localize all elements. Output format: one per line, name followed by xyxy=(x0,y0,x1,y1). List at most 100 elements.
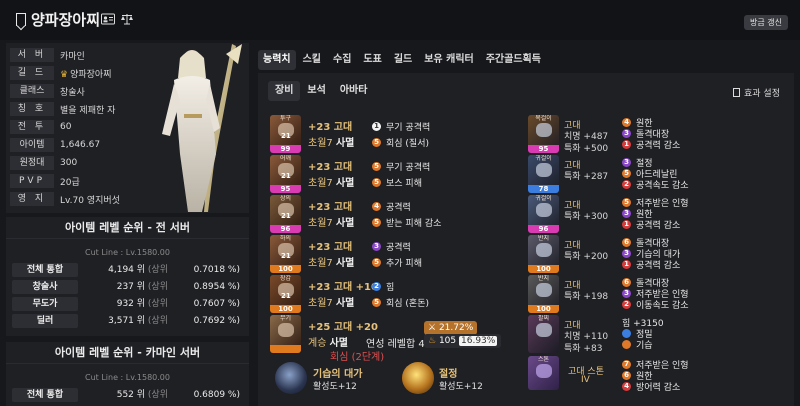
rank-row: 딜러 3,571 위 (상위 0.7692 %) xyxy=(12,314,243,328)
equipment-effect: 4 공격력 xyxy=(372,200,411,213)
effect-name: 방어력 감소 xyxy=(636,382,681,393)
subtab-avatar[interactable]: 아바타 xyxy=(333,81,375,101)
info-row-estate: 영 지 Lv.70 영지버섯 xyxy=(10,191,120,207)
effect-name: 공격력 감소 xyxy=(636,260,681,271)
equipment-effect: 5 추가 피해 xyxy=(372,256,422,269)
info-value-guild[interactable]: ♛ 양파장아찌 xyxy=(60,67,111,80)
effect-name: 이동속도 감소 xyxy=(636,300,689,311)
tab-characters[interactable]: 보유 캐릭터 xyxy=(419,50,478,70)
info-value: 별을 제패한 자 xyxy=(60,105,116,116)
effect-name: 보스 피해 xyxy=(386,178,422,189)
quality-bar: 100 xyxy=(528,305,559,313)
effect-level-badge: 5 xyxy=(372,161,381,171)
effect-level-badge: 1 xyxy=(622,259,631,269)
slot-label: 하의 xyxy=(279,235,292,242)
rank-title: 아이템 레벨 순위 - 전 서버 xyxy=(6,217,249,239)
accessory-slot[interactable]: 팔찌 xyxy=(528,315,559,353)
equip-enhance: +23 고대 xyxy=(308,242,353,253)
slot-label: 장갑 xyxy=(279,275,292,282)
accessory-slot[interactable]: 귀걸이 78 xyxy=(528,155,559,193)
accessory-slot[interactable]: 귀걸이 96 xyxy=(528,195,559,233)
tab-chart[interactable]: 도표 xyxy=(358,50,386,70)
effect-level-badge: 2 xyxy=(622,179,631,189)
transcend-label: 연성 레벨합 40 xyxy=(366,339,432,350)
scale-icon[interactable] xyxy=(120,13,134,25)
subtab-gems[interactable]: 보석 xyxy=(300,81,332,101)
accessory-icon xyxy=(536,163,552,177)
effect-level-badge: 5 xyxy=(372,177,381,187)
tab-collection[interactable]: 수집 xyxy=(328,50,356,70)
effect-level-badge: 6 xyxy=(622,237,631,247)
tab-guild[interactable]: 길드 xyxy=(389,50,417,70)
equip-enhance: +23 고대 xyxy=(308,162,353,173)
tab-weekly-gold[interactable]: 주간골드획득 xyxy=(481,50,546,70)
rank-label: 무도가 xyxy=(12,297,78,311)
slot-label: 상의 xyxy=(279,195,292,202)
info-row-combat: 전 투 60 xyxy=(10,119,71,135)
rank-percent: 0.7692 %) xyxy=(193,316,240,326)
slot-level: 21 xyxy=(281,252,291,260)
effect-level-badge: 3 xyxy=(372,241,381,251)
equipment-slot[interactable]: 어깨 21 95 xyxy=(270,155,301,193)
effect-level-badge: 7 xyxy=(622,359,631,369)
ability-stone-slot[interactable]: 스톤 xyxy=(528,356,559,390)
equipment-effect: 5 보스 피해 xyxy=(372,176,422,189)
slot-label: 반지 xyxy=(537,275,550,282)
info-row-server: 서 버 카마인 xyxy=(10,47,85,63)
effect-name: 회심 (혼돈) xyxy=(386,298,430,309)
equipment-slot[interactable]: 하의 21 100 xyxy=(270,235,301,273)
accessory-slot[interactable]: 목걸이 95 xyxy=(528,115,559,153)
effect-level-badge: 2 xyxy=(372,281,381,291)
accessory-slot[interactable]: 반지 100 xyxy=(528,275,559,313)
equip-tier: 초월7 사멸 xyxy=(308,138,355,149)
engraving-level: 활성도+12 xyxy=(439,382,483,392)
info-key: 전 투 xyxy=(10,120,54,134)
equip-tier: 초월7 사멸 xyxy=(308,178,355,189)
equipment-slot[interactable]: 장갑 21 100 xyxy=(270,275,301,313)
tab-skills[interactable]: 스킬 xyxy=(298,50,326,70)
rank-percent: 0.6809 %) xyxy=(193,390,240,400)
equipment-slot[interactable]: 투구 21 99 xyxy=(270,115,301,153)
accessory-effect: 1 공격력 감소 xyxy=(622,258,681,271)
effect-name: 힘 xyxy=(386,282,395,293)
info-key: PVP xyxy=(10,174,54,188)
id-card-icon[interactable] xyxy=(101,13,115,25)
effect-level-badge: 3 xyxy=(622,157,631,167)
stone-level: IV xyxy=(581,375,590,385)
equipment-effect: 1 무기 공격력 xyxy=(372,120,431,133)
accessory-slot[interactable]: 반지 100 xyxy=(528,235,559,273)
rank-label: 창술사 xyxy=(12,280,78,294)
effect-name: 받는 피해 감소 xyxy=(386,218,442,229)
rank-percent: 0.8954 %) xyxy=(193,282,240,292)
equipment-effect: 2힘 xyxy=(372,280,395,293)
header-bar: 양파장아찌 방금 갱신 xyxy=(0,0,800,40)
stone-effect: 4 방어력 감소 xyxy=(622,380,681,393)
effect-name: 공격력 감소 xyxy=(636,220,681,231)
accessory-icon xyxy=(536,243,552,257)
rank-position: 932 위 (상위 xyxy=(116,299,168,309)
rank-label: 전체 통합 xyxy=(12,263,78,277)
rank-position: 4,194 위 (상위 xyxy=(108,265,168,275)
effect-name: 추가 피해 xyxy=(386,258,422,269)
accessory-effect: 1 공격력 감소 xyxy=(622,138,680,151)
tab-stats[interactable]: 능력치 xyxy=(258,50,296,70)
equipment-effect: 5 무기 공격력 xyxy=(372,160,430,173)
quality-bar: 78 xyxy=(528,185,559,193)
quality-bar xyxy=(270,345,301,353)
equipment-slot[interactable]: 무기 xyxy=(270,315,301,353)
quality-bar: 100 xyxy=(270,305,301,313)
effect-level-badge: 5 xyxy=(372,137,381,147)
climax-icon[interactable] xyxy=(402,362,434,394)
equipment-slot[interactable]: 상의 21 96 xyxy=(270,195,301,233)
info-key: 칭 호 xyxy=(10,102,54,116)
subtab-equipment[interactable]: 장비 xyxy=(268,81,301,101)
bookmark-icon[interactable] xyxy=(16,13,26,26)
cutline-text: Cut Line : Lv.1580.00 xyxy=(85,373,170,382)
accessory-icon xyxy=(536,203,552,217)
update-button[interactable]: 방금 갱신 xyxy=(744,15,788,30)
effect-level-badge: 3 xyxy=(622,208,631,218)
effect-name: 무기 공격력 xyxy=(386,122,431,133)
effect-level-badge: 4 xyxy=(622,381,631,391)
effect-settings-button[interactable]: 효과 설정 xyxy=(733,86,780,99)
ambush-icon[interactable] xyxy=(275,362,307,394)
